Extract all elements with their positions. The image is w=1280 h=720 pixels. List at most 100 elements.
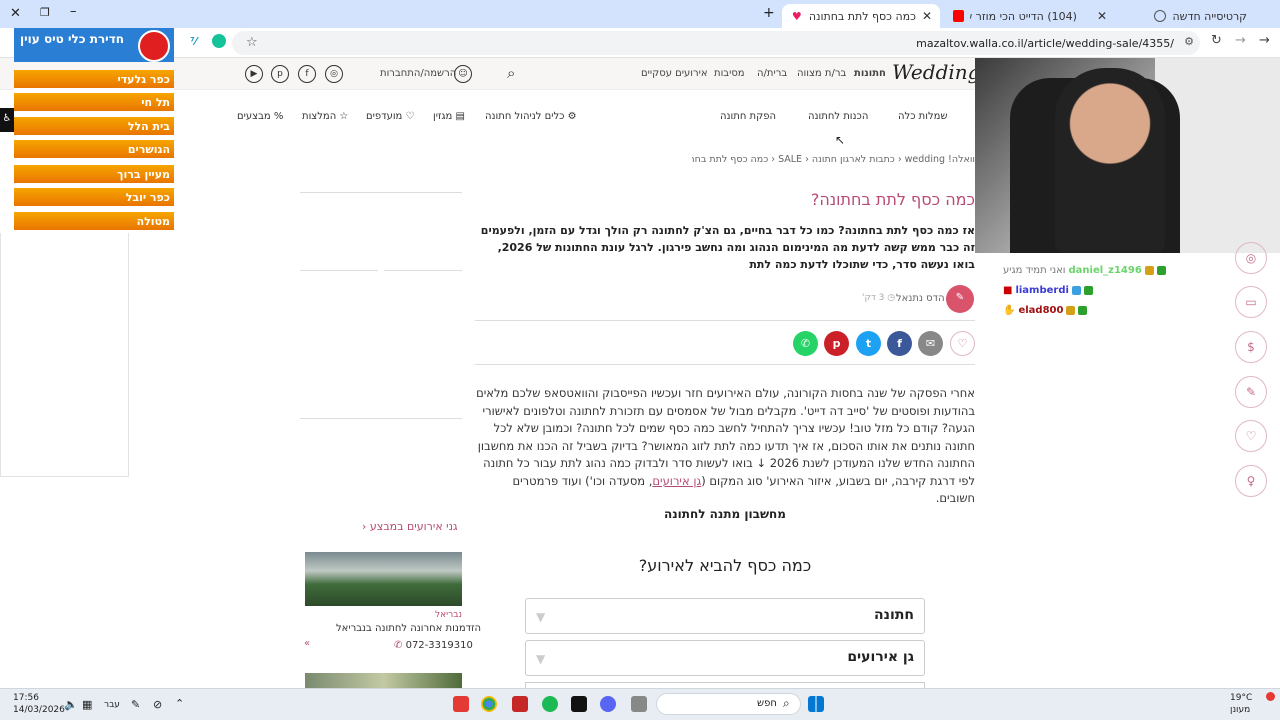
heart-icon: ♡ xyxy=(402,111,415,122)
back-icon[interactable]: → xyxy=(1235,33,1246,48)
close-tab-icon[interactable]: ✕ xyxy=(1097,9,1107,23)
tab-label: כמה כסף לתת בחתונה? מחשב xyxy=(808,9,916,23)
chat-username[interactable]: elad800 xyxy=(1018,305,1063,316)
youtube-favicon-icon xyxy=(953,10,964,22)
chat-message: daniel_z1496 ואני תמיד מגיע xyxy=(1003,265,1166,276)
app-icon[interactable] xyxy=(453,696,469,712)
tab-new[interactable]: קרטיסייה חדשה xyxy=(1125,4,1255,28)
sidebar-heading[interactable]: גני אירועים במבצע ‹ xyxy=(362,520,458,533)
breadcrumb-item[interactable]: וואלה! wedding xyxy=(905,154,975,165)
bookmark-star-icon[interactable]: ☆ xyxy=(246,35,258,50)
tool-management[interactable]: ⚙ כלים לניהול חתונה xyxy=(485,111,577,122)
restore-window-icon[interactable]: ❐ xyxy=(40,6,50,19)
notification-badge[interactable] xyxy=(1266,692,1275,701)
author-name[interactable]: הדס נתנאל xyxy=(896,293,945,304)
heart-icon[interactable]: ♡ xyxy=(1235,420,1267,452)
venue-type-value: גן אירועים xyxy=(847,649,914,665)
chat-username[interactable]: liamberdi xyxy=(1015,285,1068,296)
venue-description[interactable]: הזדמנות אחרונה לחתונה בנבריאל xyxy=(336,623,481,634)
terminal-icon[interactable] xyxy=(571,696,587,712)
event-type-select[interactable]: חתונה ▼ xyxy=(525,598,925,634)
url-box[interactable]: ☆ mazaltov.walla.co.il/article/wedding-s… xyxy=(232,31,1200,55)
chrome-icon[interactable] xyxy=(481,696,497,712)
email-share-icon[interactable]: ✉ xyxy=(918,331,943,356)
divider xyxy=(475,364,975,365)
site-logo[interactable]: Wedding xyxy=(892,60,980,84)
register-link[interactable]: הרשמה/התחברות xyxy=(380,68,456,79)
weather-temp[interactable]: 19°C xyxy=(1230,693,1252,703)
grammarly-icon[interactable] xyxy=(212,34,226,48)
tray-expand-icon[interactable]: ⌃ xyxy=(175,697,184,710)
badge-icon xyxy=(1066,306,1076,315)
new-tab-button[interactable]: + xyxy=(763,5,775,21)
tool-recommendations[interactable]: ☆ המלצות xyxy=(302,111,348,122)
tab-label: (104) הדייט הכי מוזר שהיה לרנ xyxy=(970,9,1077,23)
discord-icon[interactable] xyxy=(600,696,616,712)
tab-wedding[interactable]: ✕ כמה כסף לתת בחתונה? מחשב ♥ xyxy=(782,4,940,28)
clock-date[interactable]: 14/03/2026 xyxy=(13,705,65,715)
clock-time[interactable]: 17:56 xyxy=(13,693,39,703)
venue-type-select[interactable]: גן אירועים ▼ xyxy=(525,640,925,676)
favorite-button[interactable]: ♡ xyxy=(950,331,975,356)
accessibility-icon[interactable]: ♿ xyxy=(0,108,14,132)
badge-icon xyxy=(1083,286,1093,295)
breadcrumb-item: כמה כסף לתת בחתונה? xyxy=(692,154,769,165)
venue-image[interactable] xyxy=(305,673,462,688)
pinterest-icon[interactable]: p xyxy=(271,65,289,83)
nav-business-events[interactable]: אירועים עסקיים xyxy=(641,68,708,79)
nav-parties[interactable]: מסיבות xyxy=(714,68,745,79)
search-icon[interactable]: ⌕ xyxy=(507,64,515,82)
instagram-icon[interactable]: ◎ xyxy=(325,65,343,83)
dress-icon[interactable]: ♀ xyxy=(1235,465,1267,497)
input-language[interactable]: עבר xyxy=(104,700,120,710)
tab-youtube[interactable]: ✕ (104) הדייט הכי מוזר שהיה לרנ xyxy=(945,4,1115,28)
breadcrumb-item[interactable]: כתבות לארגון חתונה xyxy=(812,154,895,165)
tool-favorites[interactable]: ♡ מועדפים xyxy=(366,111,415,122)
subnav-wedding-prep[interactable]: הכנות לחתונה xyxy=(808,111,868,122)
forward-icon[interactable]: → xyxy=(1259,33,1270,48)
spotify-icon[interactable] xyxy=(542,696,558,712)
rings-icon[interactable]: ◎ xyxy=(1235,242,1267,274)
volume-icon[interactable]: 🔈 xyxy=(64,698,78,711)
venue-phone[interactable]: 072-3319310 ✆ xyxy=(394,640,473,651)
reload-icon[interactable]: ↻ xyxy=(1211,33,1222,48)
tool-label: מבצעים xyxy=(237,111,271,122)
close-window-icon[interactable]: ✕ xyxy=(10,6,21,21)
alert-location: תל חי xyxy=(14,93,174,113)
file-explorer-icon[interactable] xyxy=(631,696,647,712)
ticket-icon[interactable]: ▭ xyxy=(1235,286,1267,318)
close-tab-icon[interactable]: ✕ xyxy=(922,9,932,23)
taskbar-search[interactable]: חפש ⌕ xyxy=(656,693,801,715)
carousel-prev-icon[interactable]: « xyxy=(304,638,310,649)
subnav-wedding-production[interactable]: הפקת חתונה xyxy=(720,111,776,122)
windows-start-icon[interactable] xyxy=(808,696,824,712)
tool-magazine[interactable]: ▤ מגזין xyxy=(433,111,465,122)
pencil-icon[interactable]: ✎ xyxy=(1235,376,1267,408)
youtube-icon[interactable]: ▶ xyxy=(245,65,263,83)
venue-link[interactable]: גן אירועים xyxy=(652,474,701,488)
pen-icon[interactable]: ✎ xyxy=(131,698,140,711)
divider xyxy=(475,320,975,321)
nav-weddings[interactable]: חתונות xyxy=(854,68,886,79)
pinterest-share-icon[interactable]: p xyxy=(824,331,849,356)
network-icon[interactable]: ▦ xyxy=(82,698,92,711)
venue-image[interactable] xyxy=(305,552,462,606)
wifi-off-icon[interactable]: ⊘ xyxy=(153,698,162,711)
money-bag-icon[interactable]: $ xyxy=(1235,331,1267,363)
site-settings-icon[interactable]: ⚙ xyxy=(1184,35,1194,48)
app-icon[interactable] xyxy=(512,696,528,712)
whatsapp-share-icon[interactable]: ✆ xyxy=(793,331,818,356)
breadcrumb-item[interactable]: SALE xyxy=(778,154,802,165)
minimize-window-icon[interactable]: – xyxy=(70,4,77,19)
nav-bar-mitzvah[interactable]: בר/ת מצווה xyxy=(797,68,846,79)
article-lead: אז כמה כסף לתת בחתונה? כמו כל דבר בחיים,… xyxy=(480,224,975,271)
user-icon[interactable]: ☺ xyxy=(454,65,472,83)
extension-icon[interactable]: ⁷⁄ xyxy=(190,35,197,48)
twitter-share-icon[interactable]: t xyxy=(856,331,881,356)
tool-deals[interactable]: % מבצעים xyxy=(237,111,283,122)
nav-brit[interactable]: ברית/ה xyxy=(757,68,787,79)
subnav-wedding-dresses[interactable]: שמלות כלה xyxy=(898,111,948,122)
facebook-icon[interactable]: f xyxy=(298,65,316,83)
facebook-share-icon[interactable]: f xyxy=(887,331,912,356)
chat-username[interactable]: daniel_z1496 xyxy=(1068,265,1141,276)
